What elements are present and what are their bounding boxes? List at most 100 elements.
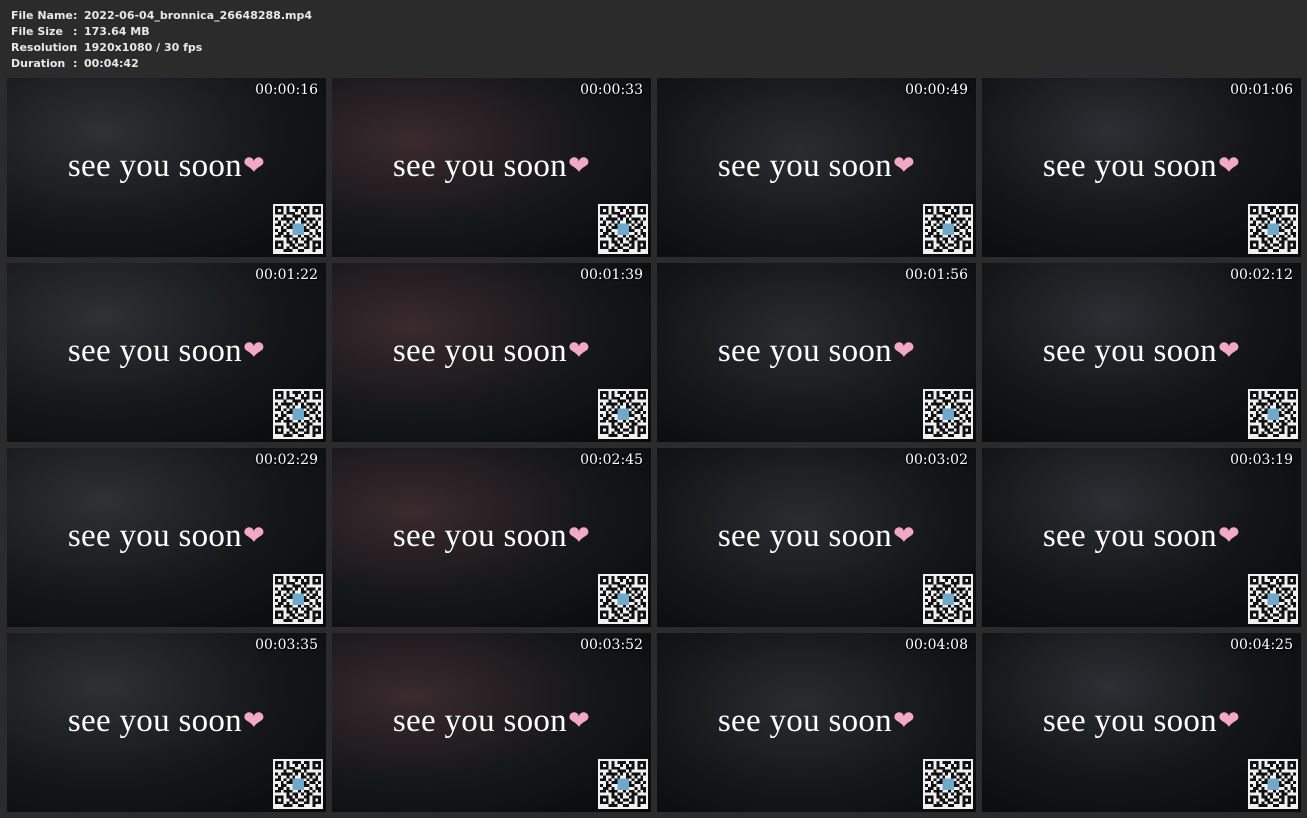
caption-text: see you soon [67,518,242,554]
heart-icon: ❤ [893,336,916,365]
qr-code-icon [273,204,323,254]
thumbnail-caption: see you soon❤ [332,148,651,185]
thumbnail-timestamp: 00:01:06 [1230,82,1293,98]
thumbnail-caption: see you soon❤ [7,148,326,185]
heart-icon: ❤ [243,336,266,365]
qr-code-icon [598,759,648,809]
thumbnail-caption: see you soon❤ [982,518,1301,555]
thumbnail-timestamp: 00:00:16 [255,82,318,98]
thumbnail-caption: see you soon❤ [332,333,651,370]
heart-icon: ❤ [893,706,916,735]
video-thumbnail: 00:03:52 see you soon❤ [332,633,651,812]
caption-text: see you soon [392,148,567,184]
heart-icon: ❤ [893,521,916,550]
thumbnail-timestamp: 00:03:02 [905,452,968,468]
heart-icon: ❤ [568,151,591,180]
thumbnail-timestamp: 00:03:35 [255,637,318,653]
resolution-value: 1920x1080 / 30 fps [84,41,203,54]
qr-code-icon [1248,759,1298,809]
file-info-row-duration: Duration : 00:04:42 [11,56,312,72]
thumbnail-timestamp: 00:01:56 [905,267,968,283]
qr-code-icon [923,759,973,809]
thumbnail-caption: see you soon❤ [7,703,326,740]
heart-icon: ❤ [243,706,266,735]
file-size-separator: : [73,25,78,38]
thumbnail-timestamp: 00:04:25 [1230,637,1293,653]
thumbnail-caption: see you soon❤ [657,703,976,740]
video-thumbnail: 00:03:19 see you soon❤ [982,448,1301,627]
file-size-label: File Size [11,25,63,38]
duration-label: Duration [11,57,66,70]
resolution-label: Resolution [11,41,78,54]
thumbnail-caption: see you soon❤ [982,333,1301,370]
file-name-value: 2022-06-04_bronnica_26648288.mp4 [84,9,312,22]
qr-code-icon [1248,204,1298,254]
heart-icon: ❤ [1218,706,1241,735]
qr-code-icon [923,204,973,254]
qr-code-icon [1248,574,1298,624]
qr-code-icon [598,204,648,254]
thumbnail-caption: see you soon❤ [7,333,326,370]
heart-icon: ❤ [243,151,266,180]
thumbnail-timestamp: 00:03:52 [580,637,643,653]
caption-text: see you soon [717,333,892,369]
caption-text: see you soon [1042,148,1217,184]
thumbnail-timestamp: 00:02:12 [1230,267,1293,283]
video-thumbnail: 00:01:06 see you soon❤ [982,78,1301,257]
thumbnail-timestamp: 00:01:22 [255,267,318,283]
heart-icon: ❤ [893,151,916,180]
caption-text: see you soon [392,333,567,369]
thumbnail-caption: see you soon❤ [982,148,1301,185]
video-thumbnail: 00:02:45 see you soon❤ [332,448,651,627]
heart-icon: ❤ [568,336,591,365]
duration-separator: : [73,57,78,70]
caption-text: see you soon [1042,333,1217,369]
thumbnail-timestamp: 00:00:33 [580,82,643,98]
thumbnail-caption: see you soon❤ [332,518,651,555]
caption-text: see you soon [717,518,892,554]
thumbnail-caption: see you soon❤ [657,333,976,370]
qr-code-icon [273,759,323,809]
heart-icon: ❤ [1218,521,1241,550]
thumbnail-caption: see you soon❤ [332,703,651,740]
thumbnail-caption: see you soon❤ [657,148,976,185]
caption-text: see you soon [67,703,242,739]
qr-code-icon [1248,389,1298,439]
caption-text: see you soon [67,148,242,184]
file-size-value: 173.64 MB [84,25,150,38]
video-thumbnail: 00:02:12 see you soon❤ [982,263,1301,442]
thumbnail-timestamp: 00:02:29 [255,452,318,468]
heart-icon: ❤ [568,706,591,735]
thumbnail-timestamp: 00:02:45 [580,452,643,468]
file-info-row-size: File Size : 173.64 MB [11,24,312,40]
thumbnail-timestamp: 00:01:39 [580,267,643,283]
thumbnail-timestamp: 00:04:08 [905,637,968,653]
file-name-separator: : [73,9,78,22]
thumbnail-timestamp: 00:00:49 [905,82,968,98]
video-thumbnail: 00:03:02 see you soon❤ [657,448,976,627]
qr-code-icon [273,574,323,624]
video-thumbnail: 00:01:56 see you soon❤ [657,263,976,442]
video-thumbnail: 00:00:49 see you soon❤ [657,78,976,257]
video-thumbnail: 00:01:22 see you soon❤ [7,263,326,442]
qr-code-icon [923,574,973,624]
file-name-label: File Name [11,9,73,22]
qr-code-icon [598,389,648,439]
caption-text: see you soon [392,518,567,554]
caption-text: see you soon [67,333,242,369]
heart-icon: ❤ [568,521,591,550]
video-thumbnail: 00:04:08 see you soon❤ [657,633,976,812]
caption-text: see you soon [717,148,892,184]
video-thumbnail: 00:02:29 see you soon❤ [7,448,326,627]
qr-code-icon [273,389,323,439]
file-info-header: File Name : 2022-06-04_bronnica_26648288… [11,8,312,72]
caption-text: see you soon [1042,518,1217,554]
video-thumbnail: 00:01:39 see you soon❤ [332,263,651,442]
caption-text: see you soon [717,703,892,739]
caption-text: see you soon [392,703,567,739]
video-thumbnail: 00:04:25 see you soon❤ [982,633,1301,812]
thumbnail-timestamp: 00:03:19 [1230,452,1293,468]
heart-icon: ❤ [1218,151,1241,180]
video-thumbnail: 00:03:35 see you soon❤ [7,633,326,812]
thumbnail-grid: 00:00:16 see you soon❤ 00:00:33 see you soo… [7,78,1302,812]
